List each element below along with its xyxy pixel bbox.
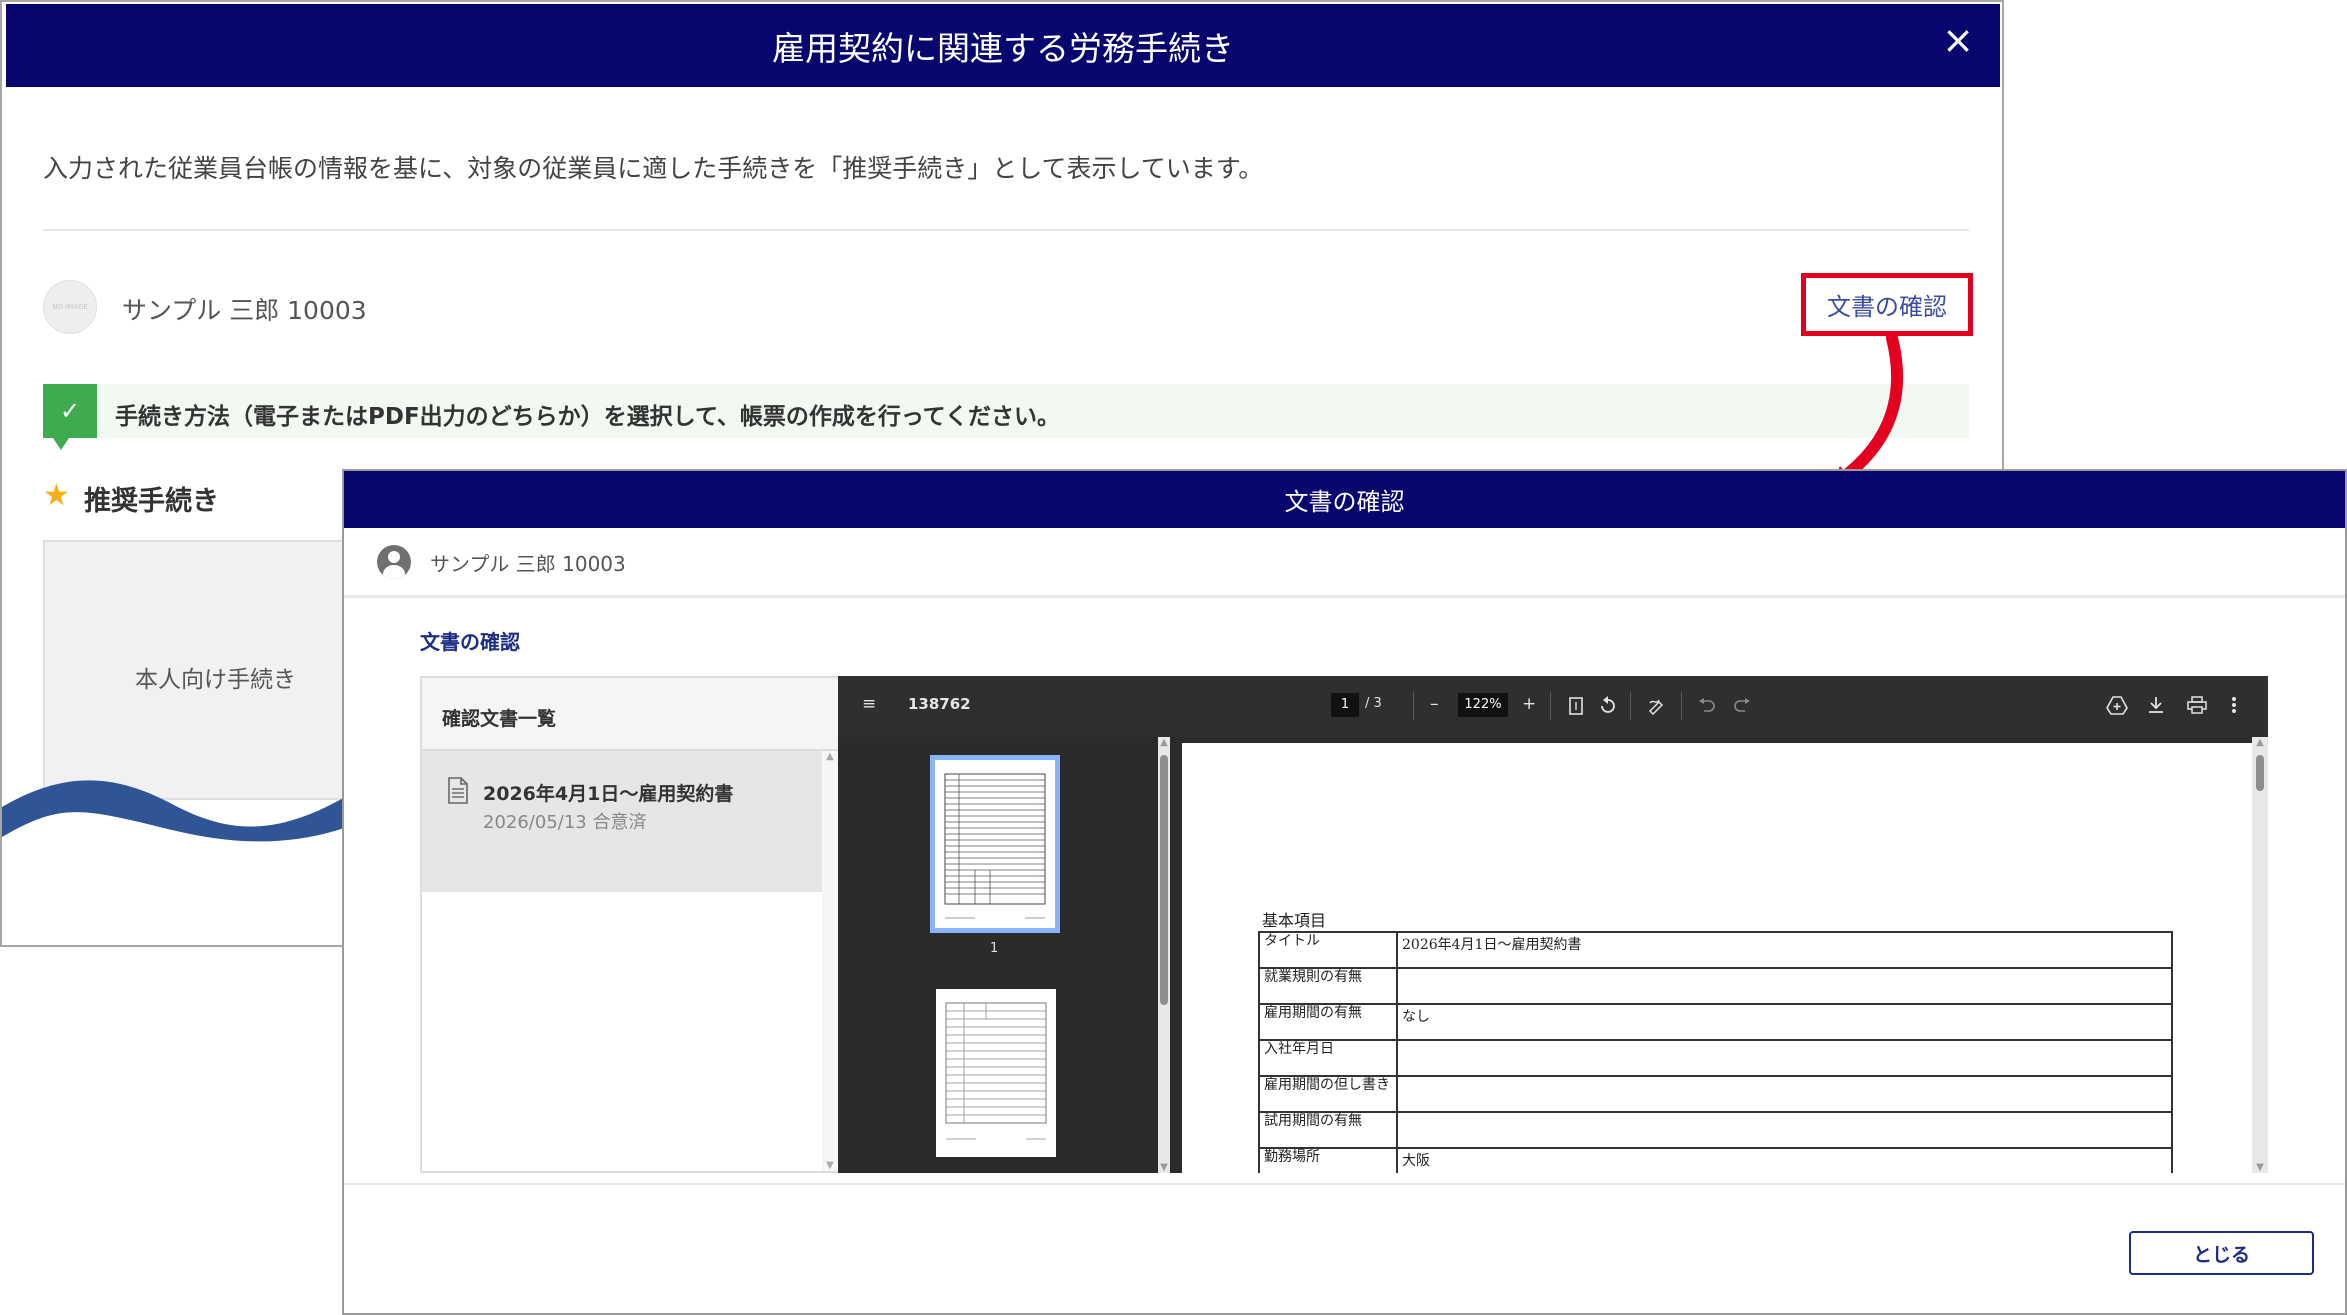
table-value-cell (1396, 1039, 2173, 1077)
divider (43, 229, 1969, 231)
page-thumbnail[interactable] (936, 989, 1056, 1157)
table-value-cell (1396, 1075, 2173, 1113)
toolbar-divider (1413, 692, 1414, 720)
drive-save-icon[interactable] (2106, 695, 2128, 715)
table-row: 試用期間の有無 (1258, 1111, 2173, 1149)
check-icon: ✓ (43, 384, 97, 450)
table-key-cell: 雇用期間の但し書き (1258, 1075, 1398, 1113)
intro-text: 入力された従業員台帳の情報を基に、対象の従業員に適した手続きを「推奨手続き」とし… (43, 154, 1264, 183)
table-key-cell: 入社年月日 (1258, 1039, 1398, 1077)
page-total: / 3 (1365, 696, 1382, 711)
thumbnail-label: 1 (990, 941, 999, 956)
file-name: 138762 (908, 695, 971, 713)
dialog-title: 雇用契約に関連する労務手続き (772, 28, 1234, 68)
table-key-cell: タイトル (1258, 931, 1398, 969)
zoom-level-input[interactable]: 122% (1458, 693, 1508, 717)
document-status: 2026/05/13 合意済 (483, 812, 647, 833)
undo-icon[interactable] (1699, 698, 1715, 712)
scroll-up-icon[interactable]: ▲ (1158, 737, 1170, 748)
scroll-down-icon[interactable]: ▼ (1158, 1162, 1170, 1173)
zoom-out-icon[interactable]: – (1430, 694, 1439, 714)
list-item[interactable]: 2026年4月1日～雇用契約書 2026/05/13 合意済 (422, 751, 822, 892)
table-row: 勤務場所 大阪 (1258, 1147, 2173, 1173)
employee-name: サンプル 三郎 10003 (430, 552, 626, 576)
table-value-cell (1396, 1111, 2173, 1149)
page-number-input[interactable]: 1 (1331, 693, 1359, 717)
menu-icon[interactable]: ≡ (862, 694, 876, 714)
close-icon[interactable]: × (1938, 20, 1978, 60)
page-preview (944, 773, 1046, 919)
document-page: 基本項目 タイトル 2026年4月1日～雇用契約書 就業規則の有無 雇用期間の有無 なし… (1182, 743, 2254, 1173)
notice-text: 手続き方法（電子またはPDF出力のどちらか）を選択して、帳票の作成を行ってくださ… (115, 404, 1060, 430)
fit-page-icon[interactable] (1569, 697, 1583, 715)
toolbar-divider (1550, 692, 1551, 720)
list-scrollbar[interactable]: ▲ ▼ (822, 751, 838, 1171)
annotate-icon[interactable] (1648, 697, 1666, 715)
pdf-toolbar: ≡ 138762 1 / 3 – 122% + (838, 676, 2268, 737)
scroll-up-icon[interactable]: ▲ (822, 751, 838, 762)
print-icon[interactable] (2187, 696, 2207, 714)
more-options-icon[interactable] (2231, 696, 2237, 714)
star-icon: ★ (43, 478, 70, 513)
page-thumbnail[interactable] (930, 755, 1060, 933)
pdf-viewer: ≡ 138762 1 / 3 – 122% + 1 ▲ ▼ 基本項目 タイトル … (838, 676, 2268, 1173)
page-preview (945, 1002, 1047, 1140)
zoom-in-icon[interactable]: + (1522, 694, 1536, 714)
page-view: 基本項目 タイトル 2026年4月1日～雇用契約書 就業規則の有無 雇用期間の有無 なし… (1170, 737, 2268, 1173)
table-value-cell: 2026年4月1日～雇用契約書 (1396, 931, 2173, 969)
scroll-up-icon[interactable]: ▲ (2254, 737, 2266, 748)
table-row: タイトル 2026年4月1日～雇用契約書 (1258, 931, 2173, 969)
close-button[interactable]: とじる (2129, 1231, 2314, 1275)
thumbnail-panel: 1 (838, 737, 1169, 1173)
table-key-cell: 試用期間の有無 (1258, 1111, 1398, 1149)
table-row: 就業規則の有無 (1258, 967, 2173, 1005)
dialog-header: 雇用契約に関連する労務手続き (6, 4, 2000, 87)
procedure-card-label: 本人向け手続き (135, 667, 296, 693)
document-check-dialog: 文書の確認 サンプル 三郎 10003 文書の確認 確認文書一覧 2026年4月… (342, 469, 2347, 1315)
section-title: 文書の確認 (420, 630, 520, 654)
basic-items-table: タイトル 2026年4月1日～雇用契約書 就業規則の有無 雇用期間の有無 なし 入社年月日… (1258, 931, 2173, 1173)
recommended-procedures-title: 推奨手続き (84, 486, 219, 517)
table-row: 雇用期間の但し書き (1258, 1075, 2173, 1113)
footer-divider (344, 1183, 2345, 1185)
document-list-panel: 確認文書一覧 2026年4月1日～雇用契約書 2026/05/13 合意済 ▲ … (420, 676, 840, 1173)
table-value-cell: 大阪 (1396, 1147, 2173, 1173)
avatar: NO IMAGE (43, 280, 97, 334)
download-icon[interactable] (2148, 696, 2164, 714)
table-key-cell: 雇用期間の有無 (1258, 1003, 1398, 1041)
document-check-link[interactable]: 文書の確認 (1801, 273, 1973, 336)
scroll-thumb[interactable] (2256, 755, 2264, 791)
redo-icon[interactable] (1734, 698, 1750, 712)
page-scrollbar[interactable]: ▲ ▼ (2252, 737, 2268, 1173)
document-title: 2026年4月1日～雇用契約書 (483, 783, 734, 805)
user-icon (377, 545, 411, 579)
table-value-cell (1396, 967, 2173, 1005)
table-key-cell: 勤務場所 (1258, 1147, 1398, 1173)
document-icon (448, 777, 468, 804)
table-row: 入社年月日 (1258, 1039, 2173, 1077)
dialog-title: 文書の確認 (1284, 488, 1405, 516)
rotate-icon[interactable] (1598, 696, 1618, 716)
document-list-header: 確認文書一覧 (422, 678, 838, 751)
scroll-thumb[interactable] (1160, 755, 1168, 1005)
scroll-down-icon[interactable]: ▼ (822, 1160, 838, 1171)
table-row: 雇用期間の有無 なし (1258, 1003, 2173, 1041)
dialog-header: 文書の確認 (344, 471, 2345, 528)
notice-banner: ✓ 手続き方法（電子またはPDF出力のどちらか）を選択して、帳票の作成を行ってく… (43, 384, 1969, 450)
toolbar-divider (1630, 692, 1631, 720)
employee-name: サンプル 三郎 10003 (122, 296, 367, 325)
thumbnail-scrollbar[interactable]: ▲ ▼ (1158, 737, 1170, 1173)
toolbar-divider (1681, 692, 1682, 720)
table-key-cell: 就業規則の有無 (1258, 967, 1398, 1005)
page-section-title: 基本項目 (1262, 911, 1327, 930)
user-bar: サンプル 三郎 10003 (344, 528, 2345, 598)
scroll-down-icon[interactable]: ▼ (2254, 1162, 2266, 1173)
table-value-cell: なし (1396, 1003, 2173, 1041)
